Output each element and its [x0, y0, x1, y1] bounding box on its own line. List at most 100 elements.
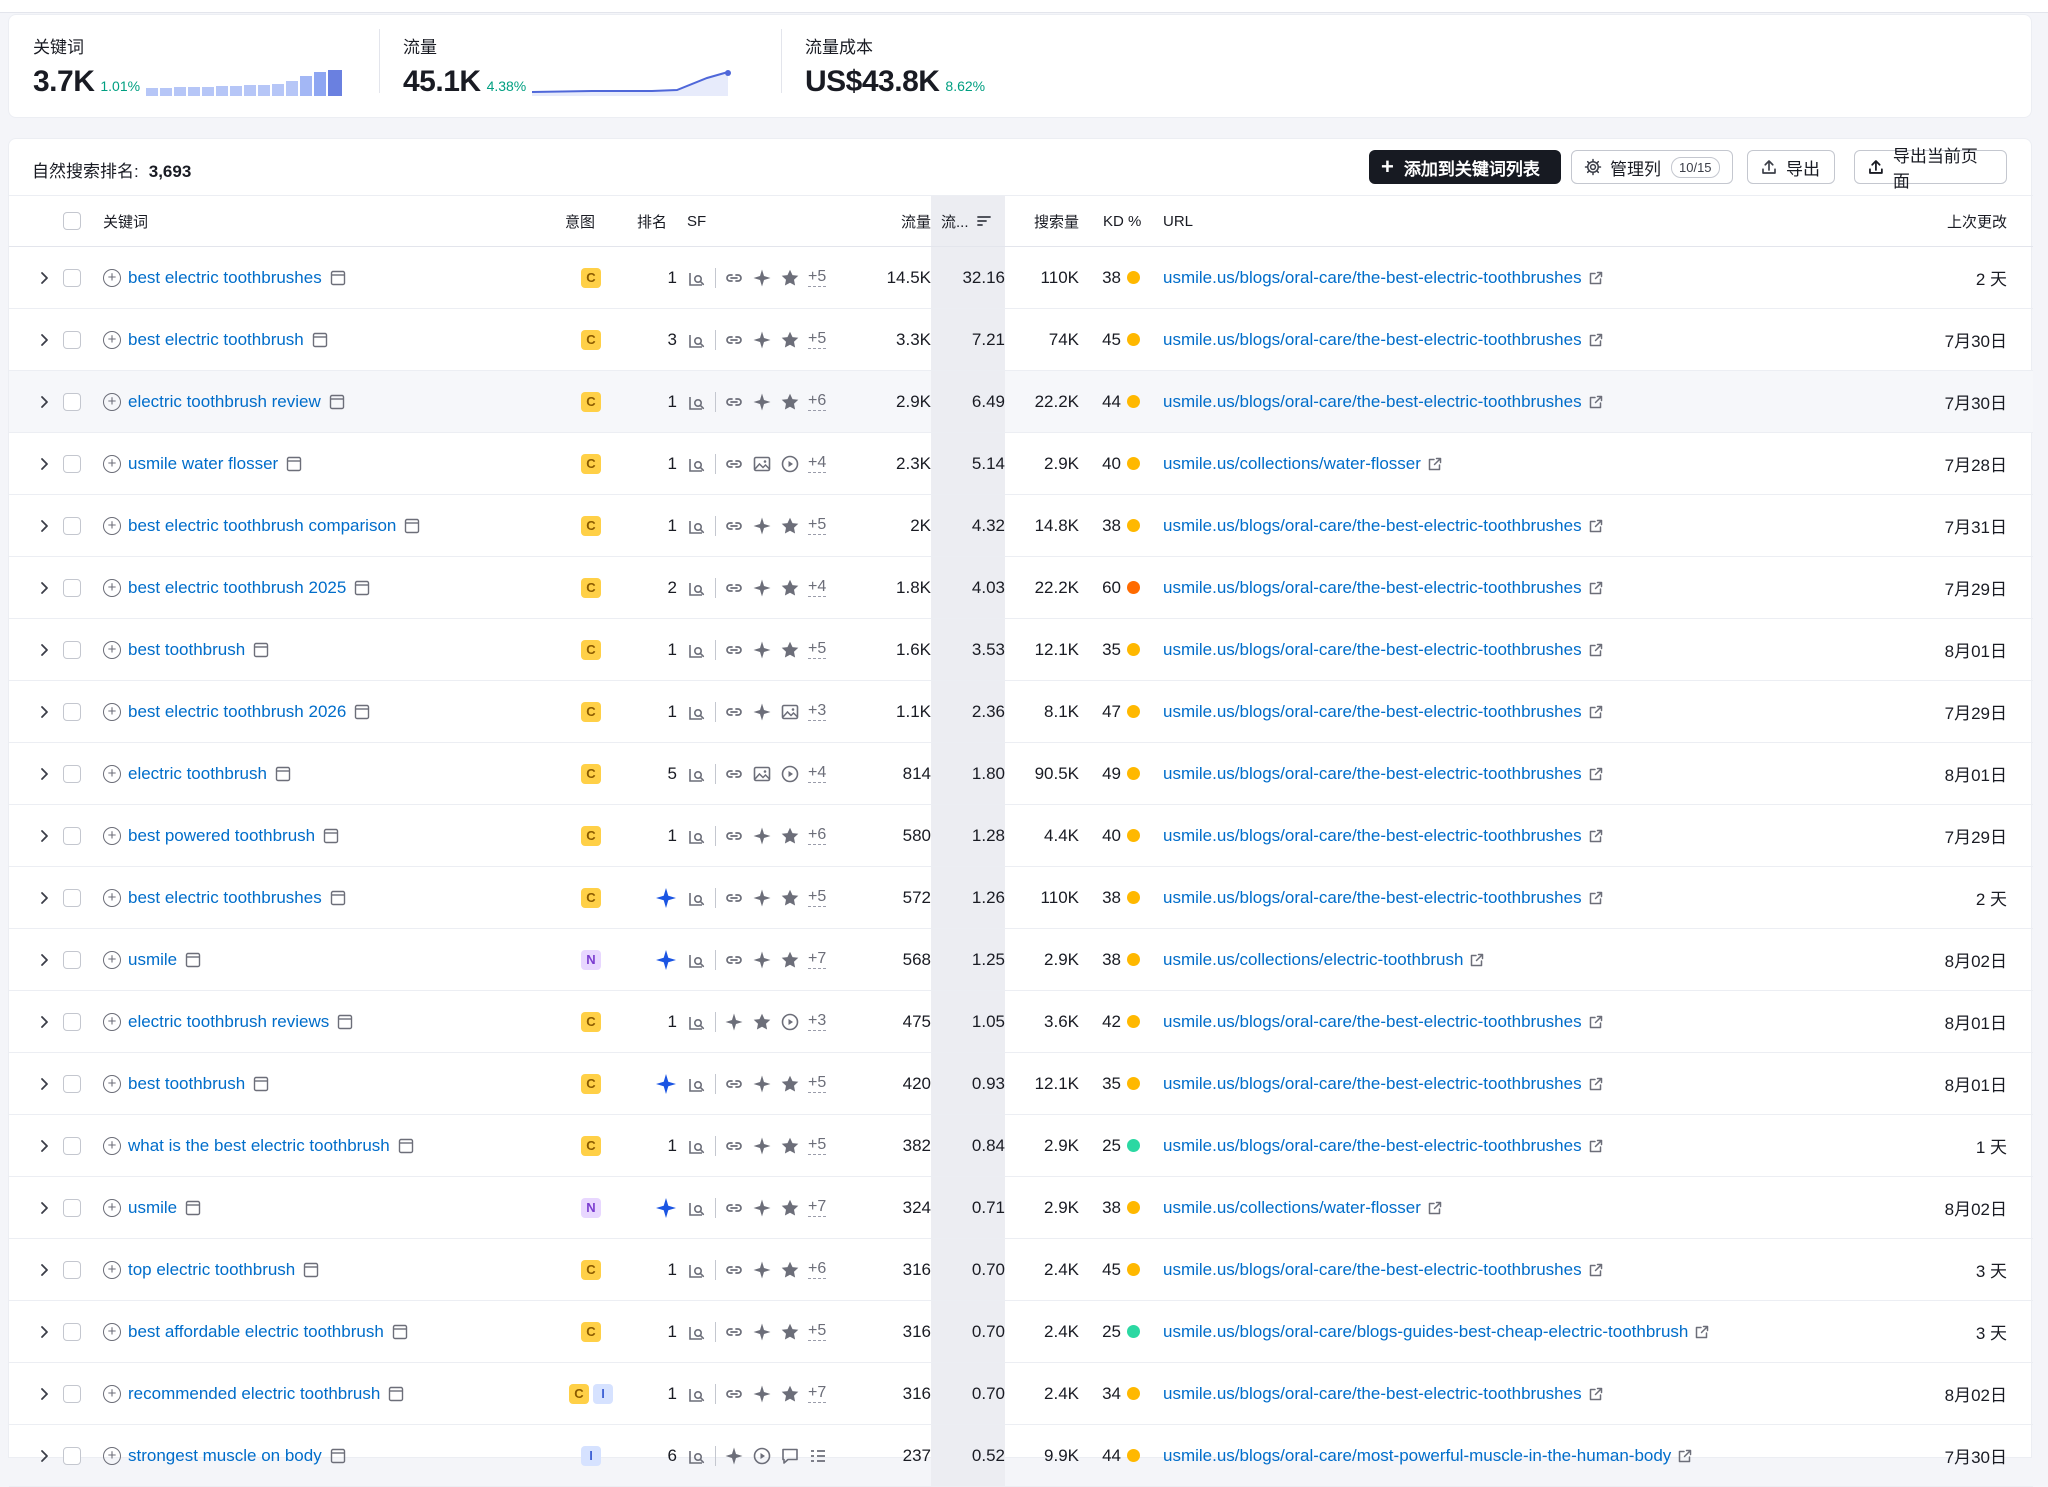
serp-preview-icon[interactable] — [687, 1074, 707, 1094]
serp-snapshot-icon[interactable] — [185, 1200, 201, 1216]
add-keyword-icon[interactable]: + — [103, 1012, 121, 1031]
serp-features-more[interactable]: +5 — [808, 268, 827, 287]
table-row[interactable]: + best toothbrush C +5 420 0.93 12.1K 35… — [9, 1053, 2033, 1115]
serp-snapshot-icon[interactable] — [253, 642, 269, 658]
url-link[interactable]: usmile.us/collections/electric-toothbrus… — [1163, 950, 1463, 970]
table-row[interactable]: + usmile N +7 324 0.71 2.9K 38 usmile.us… — [9, 1177, 2033, 1239]
serp-features-more[interactable]: +6 — [808, 826, 827, 845]
external-link-icon[interactable] — [1582, 580, 1604, 596]
url-link[interactable]: usmile.us/collections/water-flosser — [1163, 454, 1421, 474]
expand-row-button[interactable] — [37, 681, 51, 742]
column-header-kd[interactable]: KD % — [1103, 196, 1141, 246]
serp-preview-icon[interactable] — [687, 1012, 707, 1032]
add-keyword-icon[interactable]: + — [103, 578, 121, 597]
url-link[interactable]: usmile.us/blogs/oral-care/the-best-elect… — [1163, 640, 1582, 660]
serp-preview-icon[interactable] — [687, 702, 707, 722]
url-link[interactable]: usmile.us/blogs/oral-care/the-best-elect… — [1163, 826, 1582, 846]
serp-features-more[interactable]: +5 — [808, 640, 827, 659]
keyword-link[interactable]: best electric toothbrush 2025 — [128, 578, 346, 598]
serp-preview-icon[interactable] — [687, 1446, 707, 1466]
keyword-link[interactable]: usmile water flosser — [128, 454, 278, 474]
column-header-traffic[interactable]: 流量 — [859, 196, 931, 246]
expand-row-button[interactable] — [37, 1115, 51, 1176]
url-link[interactable]: usmile.us/blogs/oral-care/the-best-elect… — [1163, 578, 1582, 598]
column-header-sf[interactable]: SF — [687, 196, 706, 246]
export-button[interactable]: 导出 — [1747, 150, 1835, 184]
metric-traffic[interactable]: 流量 45.1K 4.38% — [379, 15, 781, 103]
serp-preview-icon[interactable] — [687, 1322, 707, 1342]
add-keyword-icon[interactable]: + — [103, 1136, 121, 1155]
external-link-icon[interactable] — [1582, 518, 1604, 534]
url-link[interactable]: usmile.us/blogs/oral-care/the-best-elect… — [1163, 516, 1582, 536]
add-keyword-icon[interactable]: + — [103, 1260, 121, 1279]
keyword-link[interactable]: best toothbrush — [128, 1074, 245, 1094]
table-row[interactable]: + best toothbrush C 1 +5 1.6K 3.53 12.1K… — [9, 619, 2033, 681]
serp-preview-icon[interactable] — [687, 826, 707, 846]
add-keyword-icon[interactable]: + — [103, 640, 121, 659]
expand-row-button[interactable] — [37, 743, 51, 804]
external-link-icon[interactable] — [1582, 1076, 1604, 1092]
row-checkbox[interactable] — [63, 247, 81, 308]
serp-features-more[interactable]: +6 — [808, 1260, 827, 1279]
serp-features-more[interactable]: +5 — [808, 1322, 827, 1341]
external-link-icon[interactable] — [1421, 456, 1443, 472]
table-row[interactable]: + best electric toothbrushes C 1 +5 14.5… — [9, 247, 2033, 309]
external-link-icon[interactable] — [1582, 1014, 1604, 1030]
serp-snapshot-icon[interactable] — [312, 332, 328, 348]
serp-preview-icon[interactable] — [687, 764, 707, 784]
keyword-link[interactable]: what is the best electric toothbrush — [128, 1136, 390, 1156]
row-checkbox[interactable] — [63, 557, 81, 618]
serp-features-more[interactable]: +4 — [808, 764, 827, 783]
serp-features-more[interactable]: +4 — [808, 454, 827, 473]
url-link[interactable]: usmile.us/blogs/oral-care/the-best-elect… — [1163, 764, 1582, 784]
add-keyword-icon[interactable]: + — [103, 516, 121, 535]
expand-row-button[interactable] — [37, 371, 51, 432]
url-link[interactable]: usmile.us/blogs/oral-care/the-best-elect… — [1163, 1260, 1582, 1280]
table-row[interactable]: + top electric toothbrush C 1 +6 316 0.7… — [9, 1239, 2033, 1301]
metric-traffic-cost[interactable]: 流量成本 US$43.8K 8.62% — [781, 15, 1081, 103]
serp-snapshot-icon[interactable] — [253, 1076, 269, 1092]
serp-preview-icon[interactable] — [687, 578, 707, 598]
column-header-url[interactable]: URL — [1163, 196, 1193, 246]
add-keyword-icon[interactable]: + — [103, 888, 121, 907]
table-row[interactable]: + best electric toothbrush comparison C … — [9, 495, 2033, 557]
external-link-icon[interactable] — [1421, 1200, 1443, 1216]
serp-preview-icon[interactable] — [687, 454, 707, 474]
serp-preview-icon[interactable] — [687, 516, 707, 536]
external-link-icon[interactable] — [1582, 704, 1604, 720]
serp-features-more[interactable]: +3 — [808, 702, 827, 721]
keyword-link[interactable]: top electric toothbrush — [128, 1260, 295, 1280]
keyword-link[interactable]: best powered toothbrush — [128, 826, 315, 846]
keyword-link[interactable]: usmile — [128, 950, 177, 970]
keyword-link[interactable]: best electric toothbrush 2026 — [128, 702, 346, 722]
external-link-icon[interactable] — [1582, 890, 1604, 906]
row-checkbox[interactable] — [63, 619, 81, 680]
url-link[interactable]: usmile.us/blogs/oral-care/the-best-elect… — [1163, 1074, 1582, 1094]
serp-snapshot-icon[interactable] — [398, 1138, 414, 1154]
keyword-link[interactable]: best electric toothbrush — [128, 330, 304, 350]
column-header-position[interactable]: 排名 — [637, 196, 667, 246]
serp-features-more[interactable]: +7 — [808, 1384, 827, 1403]
select-all-checkbox[interactable] — [63, 196, 81, 246]
serp-preview-icon[interactable] — [687, 1384, 707, 1404]
table-row[interactable]: + electric toothbrush review C 1 +6 2.9K… — [9, 371, 2033, 433]
serp-snapshot-icon[interactable] — [392, 1324, 408, 1340]
external-link-icon[interactable] — [1582, 394, 1604, 410]
row-checkbox[interactable] — [63, 1053, 81, 1114]
serp-snapshot-icon[interactable] — [404, 518, 420, 534]
serp-features-more[interactable]: +7 — [808, 1198, 827, 1217]
column-header-intent[interactable]: 意图 — [565, 196, 595, 246]
row-checkbox[interactable] — [63, 1239, 81, 1300]
keyword-link[interactable]: best electric toothbrushes — [128, 268, 322, 288]
serp-preview-icon[interactable] — [687, 1260, 707, 1280]
external-link-icon[interactable] — [1582, 332, 1604, 348]
add-keyword-icon[interactable]: + — [103, 764, 121, 783]
url-link[interactable]: usmile.us/blogs/oral-care/the-best-elect… — [1163, 268, 1582, 288]
table-row[interactable]: + electric toothbrush reviews C 1 +3 475… — [9, 991, 2033, 1053]
add-keyword-icon[interactable]: + — [103, 1198, 121, 1217]
keyword-link[interactable]: best toothbrush — [128, 640, 245, 660]
keyword-link[interactable]: electric toothbrush reviews — [128, 1012, 329, 1032]
add-keyword-icon[interactable]: + — [103, 950, 121, 969]
keyword-link[interactable]: usmile — [128, 1198, 177, 1218]
table-row[interactable]: + strongest muscle on body I 6 237 0.52 … — [9, 1425, 2033, 1487]
